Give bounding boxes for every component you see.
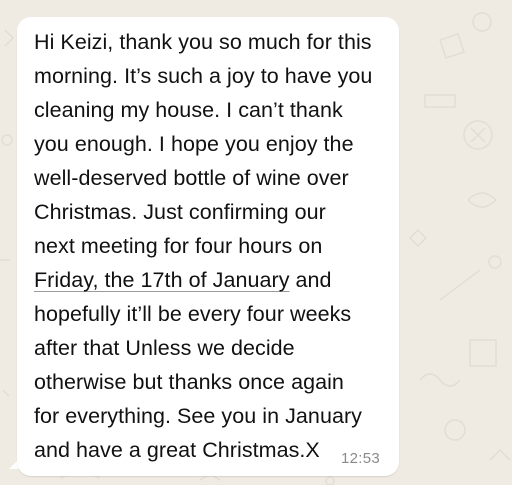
message-line: morning. It’s such a joy to have you [34,64,373,88]
message-line: and have a great Christmas.X [34,438,320,462]
message-timestamp: 12:53 [341,450,381,467]
message-line: after that Unless we decide [34,336,295,360]
message-line-suffix: and [289,268,332,292]
message-line: for everything. See you in January [34,404,362,428]
message-line: hopefully it’ll be every four weeks [34,302,352,326]
message-line: cleaning my house. I can’t thank [34,98,343,122]
message-line: otherwise but thanks once again [34,370,344,394]
message-line-with-date-link: Friday, the 17th of January and [34,263,394,297]
message-line: well-deserved bottle of wine over [34,166,349,190]
message-line: you enough. I hope you enjoy the [34,132,354,156]
message-line: Hi Keizi, thank you so much for this [34,30,372,54]
message-text: Hi Keizi, thank you so much for this mor… [34,25,394,467]
message-line: next meeting for four hours on [34,234,323,258]
message-line: Christmas. Just confirming our [34,200,326,224]
date-link[interactable]: Friday, the 17th of January [34,268,290,292]
